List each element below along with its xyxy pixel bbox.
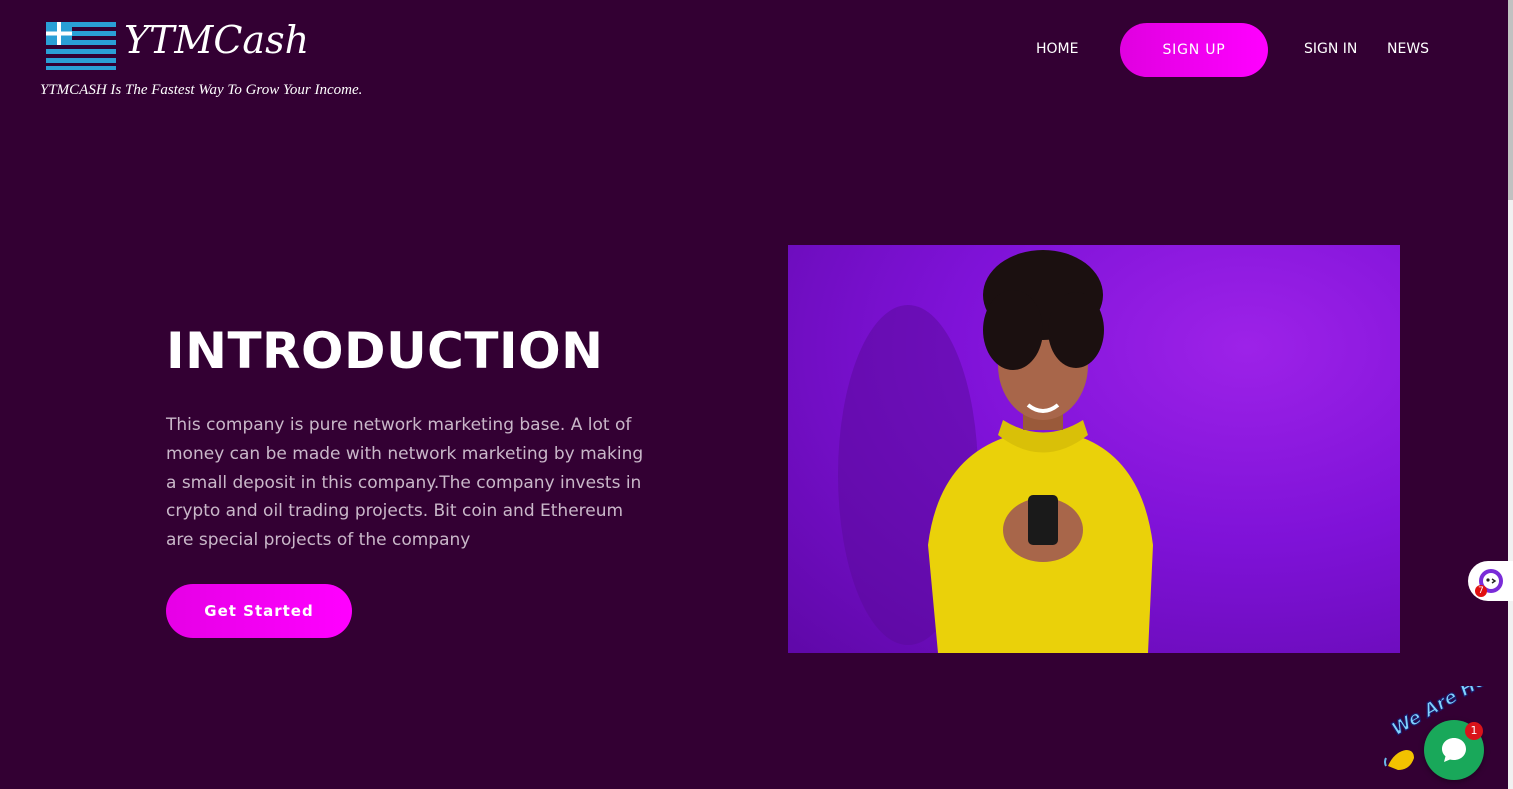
chat-bubble-icon	[1442, 738, 1466, 762]
hero-title: INTRODUCTION	[166, 322, 604, 380]
page-scrollbar[interactable]	[1508, 0, 1513, 789]
site-logo[interactable]: YTMCash	[46, 18, 310, 70]
woman-with-phone-illustration	[838, 250, 1153, 653]
get-started-button[interactable]: Get Started	[166, 584, 352, 638]
logo-text: YTMCash	[124, 18, 310, 62]
nav-signin-link[interactable]: SIGN IN	[1304, 41, 1357, 57]
nav-news-link[interactable]: NEWS	[1387, 41, 1429, 57]
side-chat-widget[interactable]: 7	[1468, 561, 1513, 601]
waving-hand-icon	[1384, 750, 1414, 770]
nav-home-link[interactable]: HOME	[1036, 41, 1078, 57]
chat-notification-badge: 1	[1465, 722, 1483, 740]
hero-description: This company is pure network marketing b…	[166, 415, 644, 551]
hero-image	[788, 245, 1400, 653]
side-widget-badge: 7	[1475, 585, 1487, 597]
tagline: YTMCASH Is The Fastest Way To Grow Your …	[40, 82, 363, 98]
scrollbar-thumb[interactable]	[1508, 0, 1513, 200]
striped-flag-logo-icon	[46, 22, 116, 70]
main-nav: HOME SIGN UP SIGN IN NEWS	[1000, 23, 1480, 77]
signup-button[interactable]: SIGN UP	[1120, 23, 1268, 77]
